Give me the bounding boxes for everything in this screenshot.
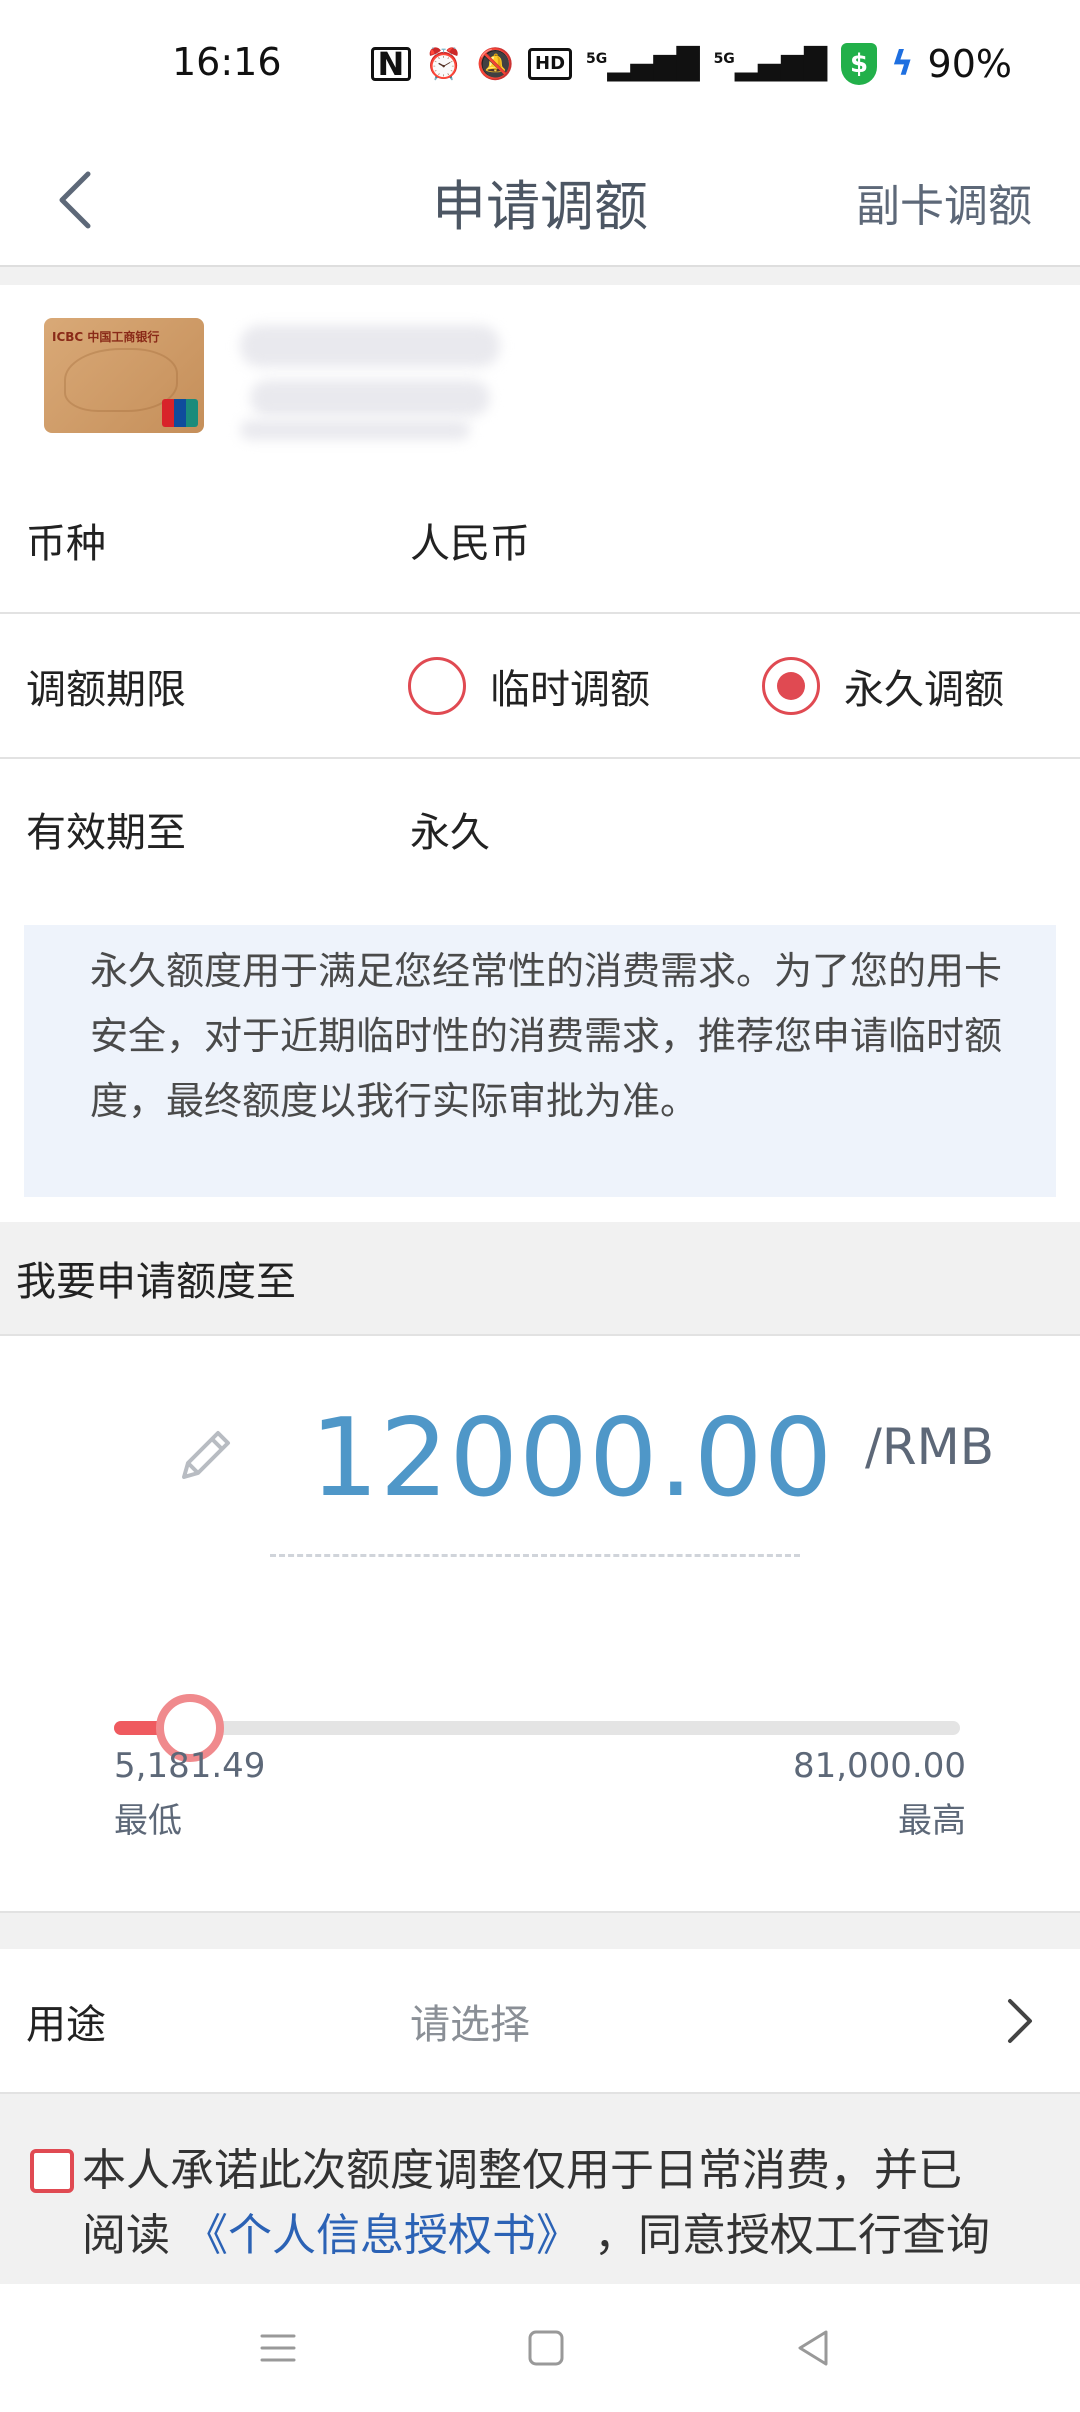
amount-unit: /RMB <box>865 1418 995 1476</box>
max-label: 最高 <box>898 1801 966 1841</box>
agreement-text: 本人承诺此次额度调整仅用于日常消费，并已 <box>82 2145 962 2196</box>
agreement-section: 本人承诺此次额度调整仅用于日常消费，并已 阅读 《个人信息授权书》 ，同意授权工… <box>0 2094 1080 2284</box>
radio-label: 永久调额 <box>844 666 1004 713</box>
purpose-label: 用途 <box>26 2001 106 2048</box>
max-value: 81,000.00 <box>792 1746 966 1786</box>
radio-label: 临时调额 <box>490 666 650 713</box>
divider <box>0 1913 1080 1949</box>
mute-icon: 🔕 <box>476 46 515 82</box>
nfc-icon: N <box>370 47 412 81</box>
currency-label: 币种 <box>26 520 106 567</box>
purpose-row[interactable]: 用途 请选择 <box>0 1949 1080 2094</box>
agreement-text-line2: 阅读 《个人信息授权书》 ，同意授权工行查询 <box>82 2210 990 2261</box>
slider-track <box>114 1721 960 1735</box>
agreement-checkbox[interactable] <box>30 2149 74 2193</box>
status-time: 16:16 <box>172 40 282 84</box>
currency-row: 币种 人民币 <box>0 467 1080 614</box>
header: 申请调额 副卡调额 <box>0 130 1080 267</box>
charging-icon: ϟ <box>891 44 914 84</box>
amount-area: 12000.00 /RMB 5,181.49 最低 81,000.00 最高 <box>0 1336 1080 1913</box>
unionpay-icon <box>162 399 198 427</box>
valid-until-value: 永久 <box>410 810 490 856</box>
radio-unchecked-icon <box>408 656 466 715</box>
adjust-period-row: 调额期限 临时调额 永久调额 <box>0 614 1080 759</box>
masked-card-info <box>240 325 530 440</box>
bank-logo: ICBC 中国工商银行 <box>52 330 160 344</box>
radio-checked-icon <box>762 656 820 715</box>
radio-temporary-adjust[interactable]: 临时调额 <box>408 656 650 715</box>
hd-icon: HD <box>528 48 573 80</box>
section-title: 我要申请额度至 <box>16 1259 296 1305</box>
valid-until-row: 有效期至 永久 <box>0 759 1080 899</box>
pencil-icon[interactable] <box>170 1421 240 1491</box>
5g-signal-icon: 5G▂▄▆█ <box>586 46 700 82</box>
min-value: 5,181.49 <box>114 1746 266 1786</box>
notice-box: 永久额度用于满足您经常性的消费需求。为了您的用卡安全，对于近期临时性的消费需求，… <box>24 925 1056 1197</box>
status-icons: N ⏰ 🔕 HD 5G▂▄▆█ 5G▂▄▆█ $ ϟ 90% <box>370 42 1012 86</box>
system-nav-bar <box>0 2284 1080 2412</box>
back-nav-icon[interactable] <box>786 2320 842 2376</box>
amount-underline <box>270 1554 800 1557</box>
radio-permanent-adjust[interactable]: 永久调额 <box>762 656 1004 715</box>
battery-level: 90% <box>927 42 1012 86</box>
currency-value: 人民币 <box>410 520 530 567</box>
status-bar: 16:16 N ⏰ 🔕 HD 5G▂▄▆█ 5G▂▄▆█ $ ϟ 90% <box>0 0 1080 130</box>
divider <box>0 267 1080 285</box>
home-icon[interactable] <box>518 2320 574 2376</box>
alarm-icon: ⏰ <box>425 46 463 82</box>
5g-signal-icon: 5G▂▄▆█ <box>713 46 828 82</box>
chevron-right-icon <box>1008 1998 1032 2043</box>
authorization-link[interactable]: 《个人信息授权书》 <box>184 2210 580 2261</box>
sub-card-adjust-link[interactable]: 副卡调额 <box>856 170 1032 234</box>
purpose-select[interactable]: 请选择 <box>410 1992 530 2050</box>
valid-until-label: 有效期至 <box>26 810 186 856</box>
adjust-period-label: 调额期限 <box>26 666 186 713</box>
card-map-pattern <box>64 348 178 412</box>
card-image: ICBC 中国工商银行 <box>44 318 204 433</box>
notice-text: 永久额度用于满足您经常性的消费需求。为了您的用卡安全，对于近期临时性的消费需求，… <box>90 949 1003 1123</box>
amount-input[interactable]: 12000.00 <box>310 1396 833 1521</box>
card-row[interactable]: ICBC 中国工商银行 <box>0 285 1080 469</box>
security-shield-icon: $ <box>841 43 878 85</box>
section-header: 我要申请额度至 <box>0 1222 1080 1336</box>
menu-icon[interactable] <box>250 2320 306 2376</box>
min-label: 最低 <box>114 1801 182 1841</box>
